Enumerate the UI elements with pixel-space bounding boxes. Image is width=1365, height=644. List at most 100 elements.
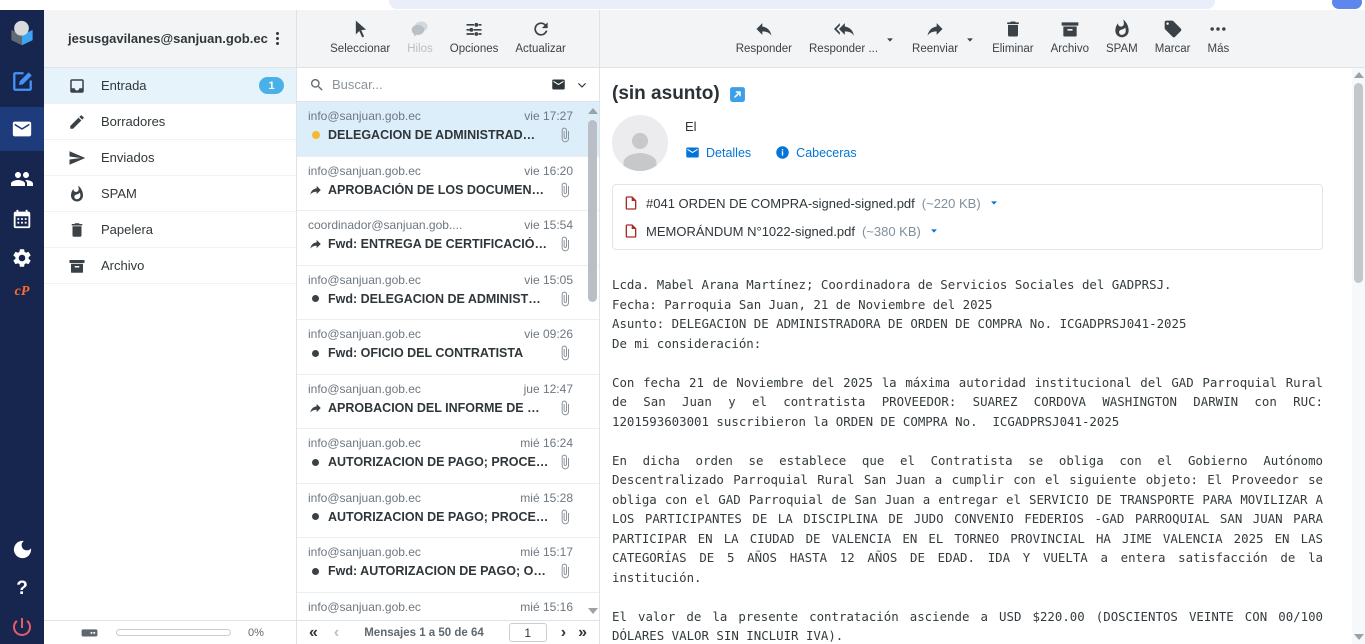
folder-icon	[68, 77, 86, 95]
message-sender: info@sanjuan.gob.ec	[308, 273, 421, 287]
sender-name: El	[685, 119, 857, 134]
folder-icon	[68, 113, 86, 131]
page-number-input[interactable]: 1	[509, 623, 547, 642]
message-sender: coordinador@sanjuan.gob....	[308, 218, 462, 232]
list-scrollbar-thumb[interactable]	[588, 120, 597, 302]
message-list-item[interactable]: info@sanjuan.gob.ec jue 12:47 APROBACION…	[297, 375, 599, 430]
message-list-item[interactable]: info@sanjuan.gob.ec vie 15:05 Fwd: DELEG…	[297, 266, 599, 321]
forward-button[interactable]: Reenviar	[912, 19, 958, 55]
folder-item[interactable]: SPAM	[44, 176, 296, 212]
reply-icon	[754, 19, 774, 39]
folder-list: Entrada 1 Borradores Enviados SPAM Papel…	[44, 68, 296, 620]
delete-button[interactable]: Eliminar	[992, 19, 1034, 55]
details-label: Detalles	[706, 146, 751, 160]
options-button[interactable]: Opciones	[450, 19, 499, 55]
message-list-item[interactable]: info@sanjuan.gob.ec vie 16:20 APROBACIÓN…	[297, 157, 599, 212]
message-date: jue 12:47	[524, 382, 573, 396]
status-dot-icon	[308, 295, 323, 302]
roundcube-logo-icon[interactable]	[7, 18, 37, 48]
attachment-name[interactable]: #041 ORDEN DE COMPRA-signed-signed.pdf	[646, 196, 915, 211]
message-list-item[interactable]: info@sanjuan.gob.ec mié 15:16	[297, 593, 599, 621]
spam-label: SPAM	[1106, 43, 1138, 55]
last-page-button[interactable]: »	[578, 624, 587, 642]
message-list-item[interactable]: info@sanjuan.gob.ec mié 16:24 AUTORIZACI…	[297, 429, 599, 484]
folder-item[interactable]: Archivo	[44, 248, 296, 284]
folder-item[interactable]: Borradores	[44, 104, 296, 140]
cpanel-button[interactable]: cP	[15, 284, 30, 300]
logout-button[interactable]	[10, 615, 34, 639]
calendar-nav-button[interactable]	[11, 208, 33, 230]
more-button[interactable]: Más	[1208, 19, 1230, 55]
mark-button[interactable]: Marcar	[1155, 19, 1191, 55]
attachment-name[interactable]: MEMORÁNDUM N°1022-signed.pdf	[646, 224, 855, 239]
cursor-select-icon	[350, 19, 370, 39]
folder-label: Enviados	[101, 150, 284, 165]
browser-profile-button[interactable]	[1332, 0, 1362, 9]
message-list-column: Seleccionar Hilos Opciones Actualizar	[297, 10, 600, 644]
headers-link[interactable]: Cabeceras	[775, 145, 856, 160]
view-scrollbar-thumb[interactable]	[1354, 83, 1363, 283]
message-list-item[interactable]: info@sanjuan.gob.ec vie 17:27 DELEGACION…	[297, 102, 599, 157]
folder-item[interactable]: Papelera	[44, 212, 296, 248]
status-dot-icon	[308, 350, 323, 357]
message-list-item[interactable]: info@sanjuan.gob.ec mié 15:28 AUTORIZACI…	[297, 484, 599, 539]
scroll-down-icon[interactable]	[1354, 634, 1364, 640]
first-page-button[interactable]: «	[309, 624, 318, 642]
next-page-button[interactable]: ›	[561, 624, 566, 642]
envelope-details-icon	[685, 145, 700, 160]
select-button[interactable]: Seleccionar	[330, 19, 390, 55]
attachment-paperclip-icon	[557, 563, 573, 579]
contacts-nav-button[interactable]	[10, 167, 34, 191]
message-sender: info@sanjuan.gob.ec	[308, 109, 421, 123]
browser-omnibox[interactable]	[389, 0, 1215, 9]
message-date: vie 15:05	[524, 273, 573, 287]
scroll-up-icon[interactable]	[1354, 72, 1364, 78]
search-input[interactable]	[332, 77, 549, 92]
list-toolbar: Seleccionar Hilos Opciones Actualizar	[297, 10, 599, 68]
refresh-button[interactable]: Actualizar	[515, 19, 566, 55]
unread-flag-icon	[308, 131, 323, 139]
list-scrollbar[interactable]	[587, 104, 598, 618]
message-list-item[interactable]: info@sanjuan.gob.ec vie 09:26 Fwd: OFICI…	[297, 320, 599, 375]
folder-item[interactable]: Entrada 1	[44, 68, 296, 104]
message-list-item[interactable]: coordinador@sanjuan.gob.... vie 15:54 Fw…	[297, 211, 599, 266]
settings-nav-button[interactable]	[11, 247, 33, 269]
attachment-size: (~380 KB)	[862, 224, 921, 239]
storage-disk-icon	[80, 623, 99, 642]
attachment-item[interactable]: #041 ORDEN DE COMPRA-signed-signed.pdf (…	[623, 189, 1312, 217]
headers-label: Cabeceras	[796, 146, 856, 160]
attachment-item[interactable]: MEMORÁNDUM N°1022-signed.pdf (~380 KB)	[623, 217, 1312, 245]
attachment-menu-caret-icon[interactable]	[989, 198, 999, 208]
folder-item[interactable]: Enviados	[44, 140, 296, 176]
mail-nav-button[interactable]	[0, 107, 44, 151]
reply-button[interactable]: Responder	[736, 19, 792, 55]
reply-all-button[interactable]: Responder ...	[809, 19, 878, 55]
help-button[interactable]: ?	[16, 578, 28, 600]
attachment-menu-caret-icon[interactable]	[929, 226, 939, 236]
archive-button[interactable]: Archivo	[1051, 19, 1089, 55]
search-scope-chevron-icon[interactable]	[575, 78, 589, 92]
search-scope-envelope-icon[interactable]	[549, 77, 568, 92]
compose-button[interactable]	[10, 69, 35, 94]
message-list-item[interactable]: info@sanjuan.gob.ec mié 15:17 Fwd: AUTOR…	[297, 538, 599, 593]
forward-caret-icon[interactable]	[965, 35, 975, 45]
reply-all-icon	[834, 19, 854, 39]
refresh-label: Actualizar	[515, 43, 566, 55]
reply-all-caret-icon[interactable]	[885, 35, 895, 45]
attachment-paperclip-icon	[557, 454, 573, 470]
account-options-icon[interactable]	[269, 30, 286, 47]
message-sender: info@sanjuan.gob.ec	[308, 164, 421, 178]
scroll-up-icon[interactable]	[588, 108, 598, 114]
dark-mode-button[interactable]	[11, 538, 34, 561]
view-scrollbar[interactable]	[1352, 68, 1365, 644]
details-link[interactable]: Detalles	[685, 145, 751, 160]
attachment-paperclip-icon	[557, 509, 573, 525]
scroll-down-icon[interactable]	[588, 608, 598, 614]
open-in-new-window-icon[interactable]	[729, 86, 746, 103]
threads-button[interactable]: Hilos	[407, 19, 433, 55]
task-rail: cP ?	[0, 10, 44, 644]
search-bar	[297, 68, 599, 102]
message-subject: APROBACIÓN DE LOS DOCUMEN…	[328, 183, 553, 197]
spam-button[interactable]: SPAM	[1106, 19, 1138, 55]
folder-label: Archivo	[101, 258, 284, 273]
